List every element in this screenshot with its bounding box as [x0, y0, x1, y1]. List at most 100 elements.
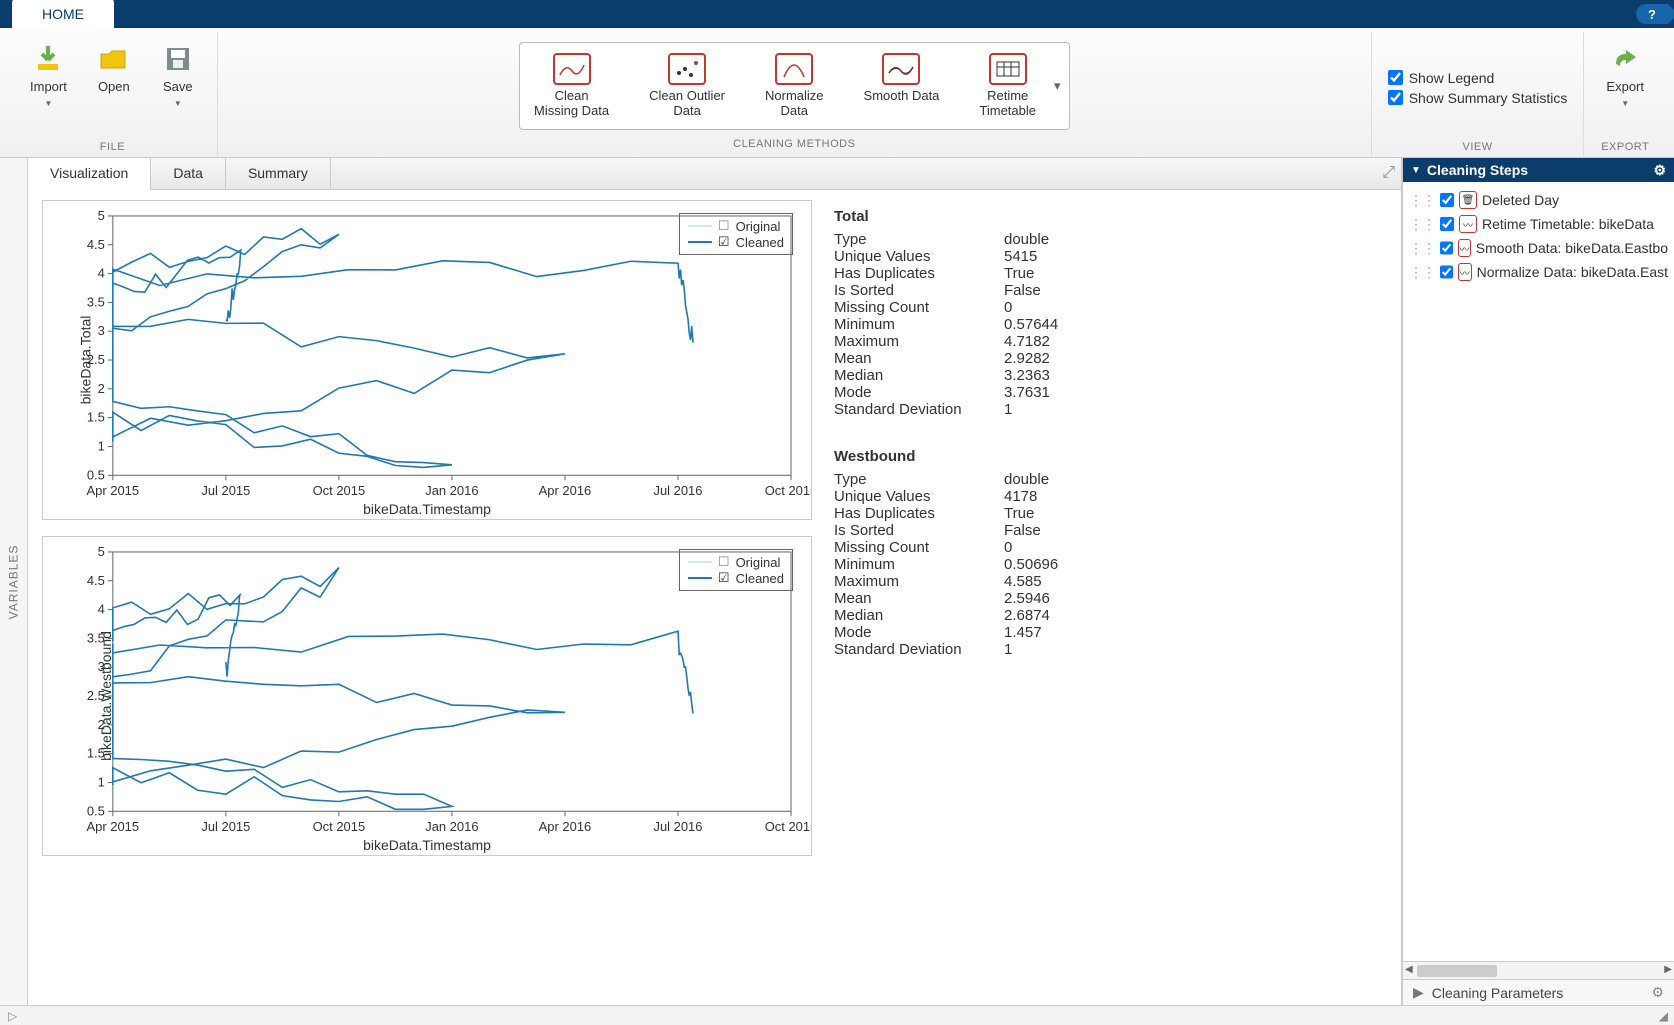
- resize-grip-icon[interactable]: ◢: [1659, 1009, 1668, 1023]
- status-bar: ▷ ◢: [0, 1005, 1674, 1025]
- step-checkbox[interactable]: [1440, 265, 1453, 279]
- cleaning-parameters-header[interactable]: ▶ Cleaning Parameters ⚙: [1403, 979, 1674, 1005]
- stat-row: Has DuplicatesTrue: [834, 265, 1377, 282]
- clean-missing-button[interactable]: Clean Missing Data: [528, 49, 615, 123]
- show-summary-checkbox[interactable]: Show Summary Statistics: [1388, 90, 1568, 106]
- smooth-icon: [882, 53, 920, 85]
- chart-total-svg: 0.511.522.533.544.55Apr 2015Jul 2015Oct …: [43, 201, 811, 520]
- stat-key: Maximum: [834, 333, 1004, 350]
- help-button[interactable]: ?: [1636, 4, 1668, 24]
- normalize-button[interactable]: Normalize Data: [759, 49, 830, 123]
- save-icon: [161, 42, 195, 76]
- cleaning-steps-header[interactable]: ▼ Cleaning Steps ⚙: [1403, 158, 1674, 182]
- stat-row: Typedouble: [834, 231, 1377, 248]
- stat-value: 0.57644: [1004, 316, 1058, 333]
- import-button[interactable]: Import ▼: [24, 38, 73, 112]
- stats-total-title: Total: [834, 208, 1377, 225]
- stat-row: Minimum0.50696: [834, 556, 1377, 573]
- svg-text:4: 4: [98, 266, 105, 281]
- folder-open-icon: [97, 42, 131, 76]
- stat-row: Maximum4.7182: [834, 333, 1377, 350]
- svg-text:4.5: 4.5: [87, 237, 105, 252]
- stat-key: Median: [834, 607, 1004, 624]
- step-checkbox[interactable]: [1440, 217, 1454, 231]
- stat-row: Minimum0.57644: [834, 316, 1377, 333]
- stat-value: 0: [1004, 539, 1012, 556]
- show-legend-input[interactable]: [1388, 70, 1403, 85]
- open-button[interactable]: Open: [91, 38, 137, 99]
- stat-value: False: [1004, 282, 1041, 299]
- stat-value: False: [1004, 522, 1041, 539]
- retime-label: Retime Timetable: [979, 89, 1036, 119]
- clean-outlier-button[interactable]: Clean Outlier Data: [643, 49, 731, 123]
- svg-text:2.5: 2.5: [87, 688, 105, 703]
- import-label: Import: [30, 80, 67, 95]
- export-button[interactable]: Export ▼: [1600, 38, 1650, 112]
- tab-data[interactable]: Data: [151, 158, 226, 189]
- stat-value: 2.5946: [1004, 590, 1050, 607]
- stat-row: Standard Deviation1: [834, 401, 1377, 418]
- smooth-icon: 〰: [1458, 239, 1471, 257]
- smooth-button[interactable]: Smooth Data: [858, 49, 946, 108]
- horizontal-scrollbar[interactable]: ◀▶: [1403, 961, 1674, 979]
- drag-grip-icon[interactable]: ⋮⋮: [1409, 192, 1435, 209]
- stat-row: Unique Values5415: [834, 248, 1377, 265]
- stat-key: Type: [834, 231, 1004, 248]
- tab-visualization[interactable]: Visualization: [28, 158, 151, 190]
- chart-westbound-svg: 0.511.522.533.544.55Apr 2015Jul 2015Oct …: [43, 537, 811, 856]
- drag-grip-icon[interactable]: ⋮⋮: [1409, 216, 1435, 233]
- step-checkbox[interactable]: [1440, 193, 1454, 207]
- chart-total: bikeData.Total bikeData.Timestamp ☐ Orig…: [42, 200, 812, 520]
- drag-grip-icon[interactable]: ⋮⋮: [1409, 240, 1435, 257]
- stat-key: Is Sorted: [834, 282, 1004, 299]
- cleaning-methods-dropdown[interactable]: ▾: [1054, 78, 1061, 94]
- cleaning-step[interactable]: ⋮⋮🗑Deleted Day: [1407, 188, 1670, 212]
- stat-value: double: [1004, 231, 1049, 248]
- cleaning-step[interactable]: ⋮⋮〰Normalize Data: bikeData.East: [1407, 260, 1670, 284]
- ribbon-group-export: Export ▼ EXPORT: [1584, 32, 1666, 157]
- stat-value: 1.457: [1004, 624, 1042, 641]
- stat-key: Minimum: [834, 556, 1004, 573]
- retime-button[interactable]: Retime Timetable: [973, 49, 1042, 123]
- cleaning-step[interactable]: ⋮⋮〰Retime Timetable: bikeData: [1407, 212, 1670, 236]
- show-legend-checkbox[interactable]: Show Legend: [1388, 70, 1568, 86]
- panel-undock-icon[interactable]: ⤢: [1382, 164, 1395, 182]
- play-icon[interactable]: ▷: [8, 1009, 17, 1023]
- variables-sidebar[interactable]: VARIABLES: [0, 158, 28, 1005]
- svg-text:1: 1: [98, 438, 105, 453]
- stat-row: Mean2.5946: [834, 590, 1377, 607]
- title-bar: HOME ?: [0, 0, 1674, 28]
- stat-key: Missing Count: [834, 299, 1004, 316]
- svg-text:Oct 2015: Oct 2015: [313, 483, 366, 498]
- svg-text:2.5: 2.5: [87, 352, 105, 367]
- stat-key: Mode: [834, 624, 1004, 641]
- svg-text:Jul 2015: Jul 2015: [201, 819, 250, 834]
- stat-row: Median2.6874: [834, 607, 1377, 624]
- chart-westbound: bikeData.Westbound bikeData.Timestamp ☐ …: [42, 536, 812, 856]
- stat-key: Unique Values: [834, 488, 1004, 505]
- cleaning-steps-list: ⋮⋮🗑Deleted Day⋮⋮〰Retime Timetable: bikeD…: [1403, 182, 1674, 961]
- stat-value: 0: [1004, 299, 1012, 316]
- retime-icon: 〰: [1459, 215, 1477, 233]
- tab-summary[interactable]: Summary: [226, 158, 331, 189]
- svg-text:3.5: 3.5: [87, 294, 105, 309]
- save-button[interactable]: Save ▼: [155, 38, 201, 112]
- ribbon-group-cleaning: Clean Missing Data Clean Outlier Data No…: [218, 32, 1372, 157]
- step-label: Normalize Data: bikeData.East: [1477, 264, 1668, 280]
- stat-value: True: [1004, 265, 1034, 282]
- show-summary-input[interactable]: [1388, 90, 1403, 105]
- stat-row: Mode1.457: [834, 624, 1377, 641]
- chevron-down-icon: ▼: [174, 99, 182, 108]
- svg-text:Jul 2016: Jul 2016: [653, 483, 702, 498]
- ribbon-toolstrip: Import ▼ Open Save ▼ FILE: [0, 28, 1674, 158]
- svg-text:3.5: 3.5: [87, 630, 105, 645]
- tab-home[interactable]: HOME: [12, 0, 114, 28]
- step-checkbox[interactable]: [1440, 241, 1453, 255]
- ribbon-group-view: Show Legend Show Summary Statistics VIEW: [1372, 32, 1585, 157]
- group-label-export: EXPORT: [1601, 141, 1649, 155]
- gear-icon[interactable]: ⚙: [1653, 162, 1666, 179]
- gear-icon[interactable]: ⚙: [1651, 984, 1664, 1001]
- cleaning-step[interactable]: ⋮⋮〰Smooth Data: bikeData.Eastbo: [1407, 236, 1670, 260]
- drag-grip-icon[interactable]: ⋮⋮: [1409, 264, 1435, 281]
- stat-row: Unique Values4178: [834, 488, 1377, 505]
